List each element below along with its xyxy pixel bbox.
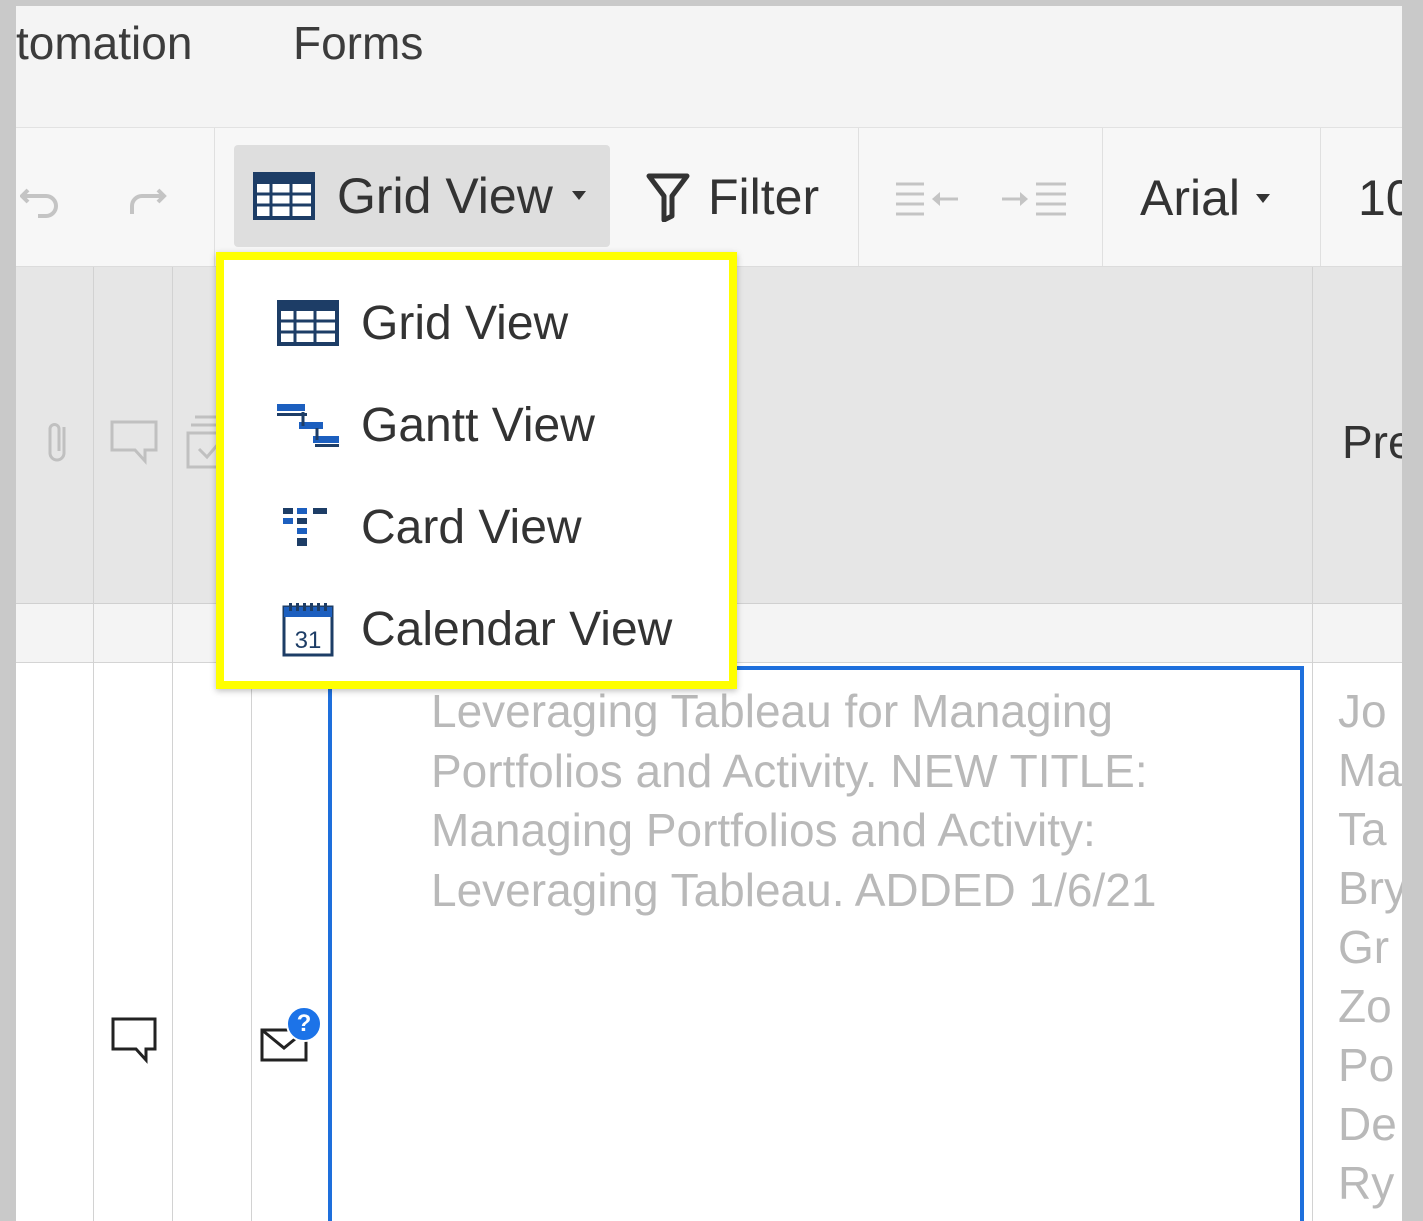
task-name-cell-text: Leveraging Tableau for Managing Portfoli… <box>431 682 1291 920</box>
task-line: Managing Portfolios and Activity: <box>431 804 1096 856</box>
menu-item-calendar-view[interactable]: 31 Calendar View <box>224 584 729 674</box>
filter-label: Filter <box>708 169 820 225</box>
question-badge: ? <box>286 1006 322 1042</box>
view-switcher-button[interactable]: Grid View <box>234 145 610 247</box>
column-divider <box>1312 267 1313 1221</box>
comment-icon[interactable] <box>110 1016 160 1064</box>
attachment-icon <box>48 423 66 462</box>
name-line: Zo <box>1338 980 1392 1032</box>
name-line: Ta <box>1338 803 1387 855</box>
toolbar-divider <box>858 128 859 266</box>
filter-icon <box>646 173 690 222</box>
name-line: Ry <box>1338 1157 1395 1209</box>
badge-text: ? <box>296 1010 312 1037</box>
card-view-icon <box>274 499 342 555</box>
toolbar-divider <box>1320 128 1321 266</box>
chevron-down-icon <box>572 191 586 200</box>
grid-view-icon <box>253 172 315 220</box>
top-menu-bar: tomation Forms <box>16 6 1402 128</box>
menu-item-card-view[interactable]: Card View <box>224 482 729 572</box>
menu-item-label: Gantt View <box>361 398 595 452</box>
toolbar-divider <box>214 128 215 266</box>
undo-icon[interactable] <box>20 180 64 220</box>
menu-item-label: Grid View <box>361 296 569 350</box>
name-line: Bry <box>1338 862 1402 914</box>
column-divider <box>93 267 94 1221</box>
task-line: Leveraging Tableau. ADDED 1/6/21 <box>431 863 1157 916</box>
assigned-to-cell[interactable]: Jo Ma Ta Bry Gr Zo Po De Ry <box>1338 682 1402 1213</box>
indent-icon[interactable] <box>1000 180 1068 220</box>
redo-icon[interactable] <box>124 180 172 220</box>
menu-forms[interactable]: Forms <box>293 16 423 70</box>
task-line: Leveraging Tableau for Managing <box>431 685 1113 737</box>
font-family-select[interactable]: Arial <box>1140 168 1271 228</box>
view-switcher-dropdown: Grid View Gantt View Card View 31 Calend… <box>216 252 737 689</box>
font-family-value: Arial <box>1140 170 1241 226</box>
task-line: Portfolios and Activity. NEW TITLE: <box>431 744 1148 797</box>
calendar-view-icon: 31 <box>274 601 342 657</box>
comments-icon <box>110 420 158 465</box>
font-size-value: 10 <box>1358 170 1402 226</box>
menu-item-gantt-view[interactable]: Gantt View <box>224 380 729 470</box>
menu-item-label: Calendar View <box>361 602 673 656</box>
gantt-view-icon <box>274 397 342 453</box>
name-line: De <box>1338 1098 1397 1150</box>
view-button-label: Grid View <box>337 168 553 224</box>
svg-text:31: 31 <box>295 627 322 654</box>
outdent-icon[interactable] <box>894 180 962 220</box>
name-line: Po <box>1338 1039 1395 1091</box>
update-request-icon[interactable]: ? <box>260 1006 324 1066</box>
column-divider <box>172 267 173 1221</box>
grid-view-icon <box>274 295 342 351</box>
toolbar: Grid View Filter Arial 10 <box>16 128 1402 267</box>
name-line: Gr <box>1338 921 1390 973</box>
menu-automation[interactable]: tomation <box>16 16 192 70</box>
menu-item-grid-view[interactable]: Grid View <box>224 278 729 368</box>
toolbar-divider <box>1102 128 1103 266</box>
predecessors-column-header[interactable]: Pre <box>1342 415 1402 469</box>
chevron-down-icon <box>1256 193 1271 203</box>
font-size-select[interactable]: 10 <box>1358 168 1402 228</box>
menu-item-label: Card View <box>361 500 582 554</box>
name-line: Jo <box>1338 685 1387 737</box>
name-line: Ma <box>1338 744 1402 796</box>
filter-button[interactable]: Filter <box>646 167 819 227</box>
